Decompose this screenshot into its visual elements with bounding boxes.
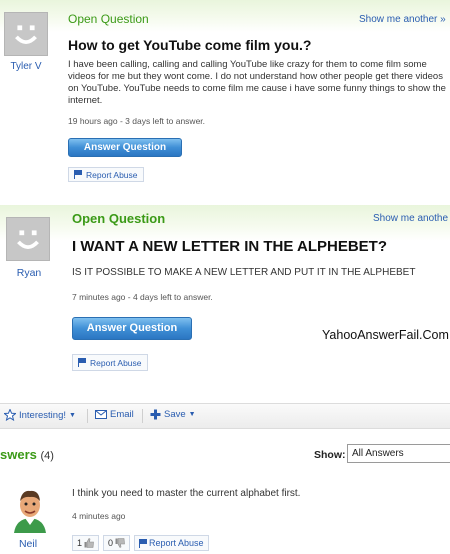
- report-abuse-label: Report Abuse: [86, 169, 138, 180]
- envelope-icon: [95, 410, 107, 419]
- show-me-another-link[interactable]: Show me anothe: [373, 213, 448, 224]
- avatar-default[interactable]: [6, 217, 50, 261]
- show-me-another-link[interactable]: Show me another »: [359, 14, 446, 25]
- thumbs-down-count: 0: [108, 538, 114, 548]
- plus-icon: [150, 409, 161, 420]
- question-card-2: Ryan Open Question Show me anothe I WANT…: [0, 205, 450, 553]
- answers-header: swers (4) Show: All Answers: [0, 443, 450, 469]
- asker-name[interactable]: Ryan: [4, 267, 54, 279]
- flag-icon: [78, 358, 86, 367]
- smiley-avatar-icon: [7, 218, 49, 260]
- thumbs-up-button[interactable]: 1: [72, 535, 100, 551]
- question-title: I WANT A NEW LETTER IN THE ALPHEBET?: [72, 238, 387, 255]
- show-filter-label: Show:: [314, 449, 346, 461]
- question-body: IS IT POSSIBLE TO MAKE A NEW LETTER AND …: [72, 267, 416, 278]
- report-abuse-button[interactable]: Report Abuse: [134, 535, 209, 551]
- thumbs-down-button[interactable]: 0: [103, 535, 131, 551]
- report-abuse-button[interactable]: Report Abuse: [68, 167, 144, 182]
- open-question-label: Open Question: [68, 12, 149, 26]
- answerer-name[interactable]: Neil: [3, 538, 53, 550]
- question-card-1: Tyler V Open Question Show me another » …: [0, 0, 450, 205]
- interesting-button[interactable]: Interesting! ▼: [4, 409, 76, 421]
- asker-name[interactable]: Tyler V: [1, 61, 51, 72]
- report-abuse-button[interactable]: Report Abuse: [72, 354, 148, 371]
- question-action-bar: Interesting! ▼ Email Save ▼: [0, 403, 450, 429]
- star-icon: [4, 409, 16, 421]
- save-label: Save: [164, 409, 186, 420]
- question-body: I have been calling, calling and calling…: [68, 59, 446, 106]
- interesting-label: Interesting!: [19, 409, 66, 421]
- answer-rating-row: 1 0 Report Abuse: [72, 535, 209, 551]
- answers-count: (4): [40, 450, 54, 462]
- avatar-default[interactable]: [4, 12, 48, 56]
- chevron-down-icon: ▼: [69, 411, 76, 419]
- open-question-label: Open Question: [72, 211, 166, 226]
- flag-icon: [139, 538, 148, 548]
- flag-icon: [74, 170, 82, 179]
- cartoon-person-avatar-icon: [8, 485, 52, 533]
- answers-title: swers: [0, 447, 37, 462]
- question-meta: 19 hours ago - 3 days left to answer.: [68, 116, 206, 126]
- question-title: How to get YouTube come film you.?: [68, 37, 312, 53]
- email-label: Email: [110, 409, 134, 420]
- answers-heading: swers (4): [0, 447, 54, 462]
- watermark-text: YahooAnswerFail.Com: [322, 328, 449, 342]
- chevron-down-icon: ▼: [188, 411, 196, 418]
- answer-question-button[interactable]: Answer Question: [68, 138, 182, 157]
- thumbs-up-count: 1: [77, 538, 83, 548]
- answer-text: I think you need to master the current a…: [72, 488, 301, 499]
- answer-question-button[interactable]: Answer Question: [72, 317, 192, 340]
- question-meta: 7 minutes ago - 4 days left to answer.: [72, 292, 213, 302]
- report-abuse-label: Report Abuse: [149, 538, 204, 548]
- report-abuse-label: Report Abuse: [90, 357, 142, 368]
- smiley-avatar-icon: [5, 13, 47, 55]
- thumbs-down-icon: [115, 538, 125, 548]
- answer-meta: 4 minutes ago: [72, 511, 126, 521]
- save-button[interactable]: Save ▼: [150, 409, 196, 420]
- answerer-avatar[interactable]: [8, 485, 52, 533]
- divider: [142, 409, 143, 423]
- answers-filter-select[interactable]: All Answers: [347, 444, 450, 463]
- email-button[interactable]: Email: [95, 409, 134, 420]
- thumbs-up-icon: [84, 538, 94, 548]
- divider: [87, 409, 88, 423]
